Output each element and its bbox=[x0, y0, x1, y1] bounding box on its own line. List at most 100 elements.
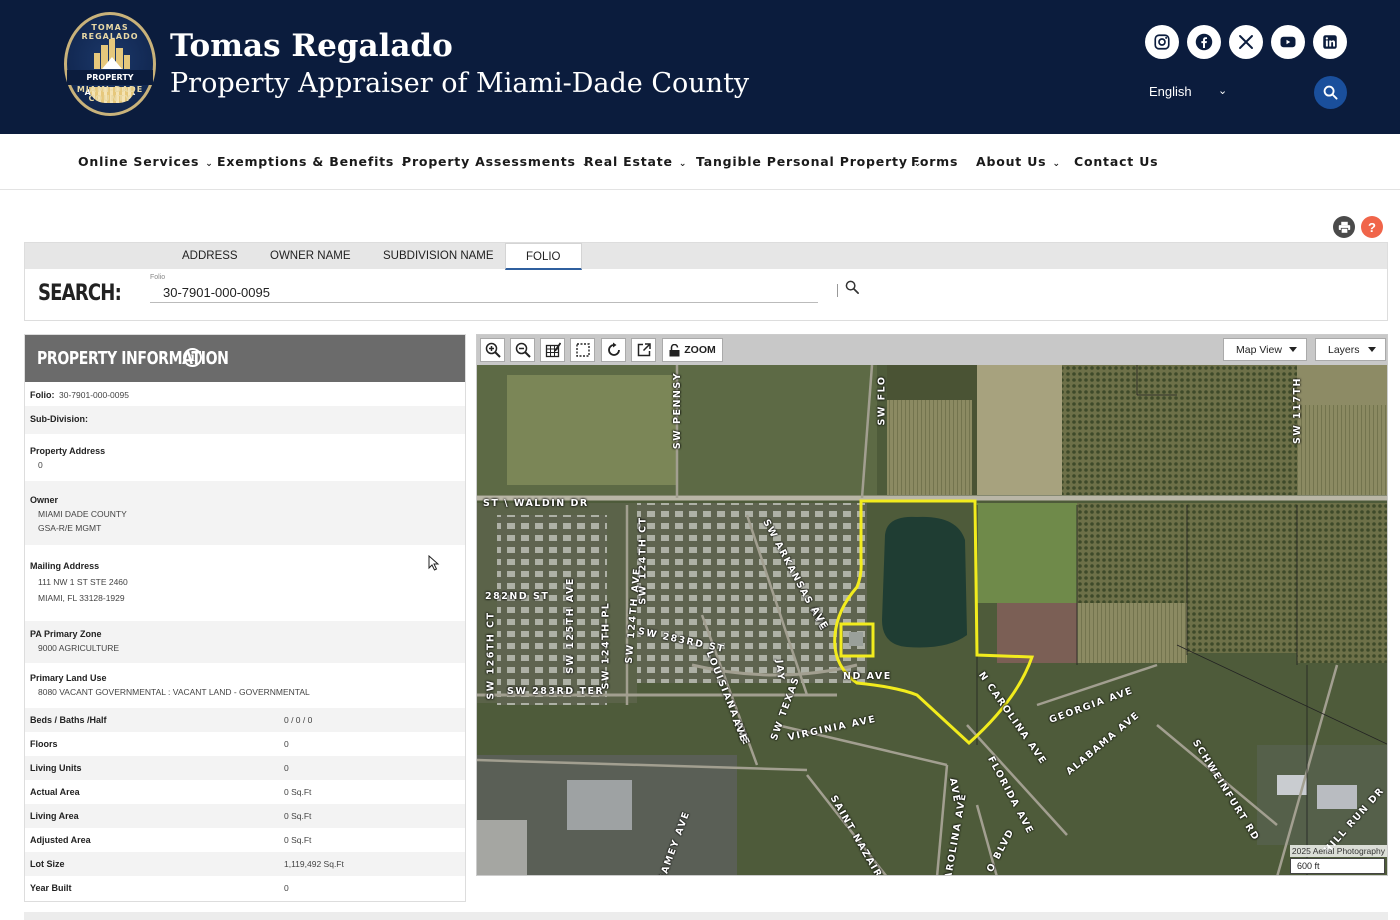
street-label: SW 124TH PL bbox=[600, 601, 612, 690]
tab-address[interactable]: ADDRESS bbox=[182, 250, 238, 262]
owner-row: Owner MIAMI DADE COUNTY GSA-R/E MGMT bbox=[25, 481, 465, 545]
mailing-line-1: 111 NW 1 ST STE 2460 bbox=[38, 577, 128, 587]
help-button[interactable]: ? bbox=[1361, 216, 1383, 238]
street-label: SW FLO bbox=[876, 375, 888, 426]
refresh-button[interactable] bbox=[601, 338, 626, 362]
property-information-panel: PROPERTY INFORMATION i Folio: 30-7901-00… bbox=[24, 334, 466, 902]
fact-value: 0 bbox=[284, 739, 289, 749]
fact-label: Adjusted Area bbox=[30, 835, 91, 845]
property-address-label: Property Address bbox=[30, 446, 106, 456]
fact-value: 0 Sq.Ft bbox=[284, 835, 312, 845]
site-search-button[interactable] bbox=[1314, 76, 1347, 109]
printer-icon bbox=[1338, 221, 1350, 234]
primary-zone-value: 9000 AGRICULTURE bbox=[38, 643, 120, 653]
nav-forms[interactable]: Forms bbox=[911, 154, 958, 169]
street-label: SW 126TH CT bbox=[485, 611, 497, 700]
facebook-icon[interactable] bbox=[1187, 25, 1221, 59]
map-attribution: 2025 Aerial Photography bbox=[1289, 845, 1387, 857]
primary-land-use-label: Primary Land Use bbox=[30, 673, 107, 683]
zoom-lock-button[interactable]: ZOOM bbox=[662, 338, 723, 362]
aerial-map[interactable]: ST \ WALDIN DR 282ND ST SW 283RD ST SW 2… bbox=[477, 365, 1387, 875]
folio-search-button[interactable] bbox=[845, 280, 860, 300]
chevron-down-icon: ⌄ bbox=[205, 159, 214, 169]
folio-label: Folio: bbox=[30, 390, 55, 400]
zoom-out-icon bbox=[515, 342, 531, 358]
folio-value: 30-7901-000-0095 bbox=[59, 390, 129, 400]
primary-zone-row: PA Primary Zone 9000 AGRICULTURE bbox=[25, 621, 465, 663]
street-label: JAY bbox=[773, 659, 787, 682]
main-nav: Online Services ⌄ Exemptions & Benefits ⌄ … bbox=[0, 134, 1400, 190]
page-footer-strip bbox=[24, 912, 1388, 920]
measure-button[interactable] bbox=[540, 338, 565, 362]
map-panel: ZOOM Map View Layers ST \ WALDIN DR 282N… bbox=[476, 334, 1388, 876]
caret-down-icon bbox=[1368, 347, 1376, 352]
primary-zone-label: PA Primary Zone bbox=[30, 629, 102, 639]
map-scale-bar: 600 ft bbox=[1290, 858, 1385, 874]
nav-exemptions-benefits[interactable]: Exemptions & Benefits ⌄ bbox=[217, 154, 409, 169]
property-appraiser-logo[interactable]: TOMAS REGALADO PROPERTY APPRAISER MIAMI-… bbox=[64, 12, 156, 116]
mailing-line-2: MIAMI, FL 33128-1929 bbox=[38, 593, 125, 603]
external-link-button[interactable] bbox=[631, 338, 656, 362]
zoom-label: ZOOM bbox=[684, 344, 716, 356]
owner-label: Owner bbox=[30, 495, 59, 505]
zoom-out-button[interactable] bbox=[510, 338, 535, 362]
nav-label: Tangible Personal Property bbox=[696, 154, 908, 169]
street-label: ST \ WALDIN DR bbox=[483, 498, 589, 509]
street-label: SW 125TH AVE bbox=[564, 577, 576, 674]
youtube-icon[interactable] bbox=[1271, 25, 1305, 59]
zoom-in-button[interactable] bbox=[480, 338, 505, 362]
nav-real-estate[interactable]: Real Estate ⌄ bbox=[584, 154, 687, 169]
map-view-dropdown[interactable]: Map View bbox=[1223, 338, 1307, 361]
logo-bottom-text: MIAMI-DADE COUNTY bbox=[76, 85, 144, 103]
fact-label: Actual Area bbox=[30, 787, 80, 797]
chevron-down-icon[interactable]: ⌄ bbox=[1218, 84, 1227, 97]
nav-label: Property Assessments bbox=[402, 154, 576, 169]
linkedin-icon[interactable] bbox=[1313, 25, 1347, 59]
nav-label: Contact Us bbox=[1074, 154, 1159, 169]
layers-dropdown[interactable]: Layers bbox=[1315, 338, 1386, 361]
fact-value: 1,119,492 Sq.Ft bbox=[284, 859, 344, 869]
select-box-icon bbox=[575, 343, 590, 357]
refresh-icon bbox=[607, 342, 620, 356]
external-link-icon bbox=[637, 343, 651, 357]
fact-value: 0 Sq.Ft bbox=[284, 787, 312, 797]
x-icon[interactable] bbox=[1229, 25, 1263, 59]
print-button[interactable] bbox=[1333, 216, 1355, 238]
fact-row: Living Units 0 bbox=[25, 756, 465, 780]
nav-label: Forms bbox=[911, 154, 959, 169]
nav-about-us[interactable]: About Us ⌄ bbox=[976, 154, 1061, 169]
fact-row: Living Area 0 Sq.Ft bbox=[25, 804, 465, 828]
fact-label: Living Units bbox=[30, 763, 82, 773]
field-divider bbox=[837, 284, 838, 297]
select-box-button[interactable] bbox=[570, 338, 595, 362]
folio-field-caption: Folio bbox=[150, 274, 166, 281]
street-label: ND AVE bbox=[843, 671, 892, 682]
nav-contact-us[interactable]: Contact Us bbox=[1074, 154, 1158, 169]
language-select[interactable]: English bbox=[1149, 84, 1192, 99]
search-panel: ADDRESS OWNER NAME SUBDIVISION NAME FOLI… bbox=[24, 242, 1388, 321]
nav-online-services[interactable]: Online Services ⌄ bbox=[78, 154, 214, 169]
property-address-row: Property Address 0 bbox=[25, 434, 465, 481]
folio-search-input[interactable] bbox=[150, 283, 818, 303]
instagram-icon[interactable] bbox=[1145, 25, 1179, 59]
fact-value: 0 bbox=[284, 883, 289, 893]
site-title[interactable]: Tomas Regalado bbox=[170, 28, 453, 64]
tab-folio[interactable]: FOLIO bbox=[505, 243, 582, 270]
tab-subdivision-name[interactable]: SUBDIVISION NAME bbox=[383, 250, 494, 262]
nav-property-assessments[interactable]: Property Assessments ⌄ bbox=[402, 154, 590, 169]
primary-land-use-row: Primary Land Use 8080 VACANT GOVERNMENTA… bbox=[25, 663, 465, 708]
owner-line-1: MIAMI DADE COUNTY bbox=[38, 509, 127, 519]
site-header: TOMAS REGALADO PROPERTY APPRAISER MIAMI-… bbox=[0, 0, 1400, 134]
fact-row: Year Built 0 bbox=[25, 876, 465, 900]
tab-owner-name[interactable]: OWNER NAME bbox=[270, 250, 351, 262]
nav-label: Exemptions & Benefits bbox=[217, 154, 395, 169]
chevron-down-icon: ⌄ bbox=[678, 159, 688, 169]
fact-row: Adjusted Area 0 Sq.Ft bbox=[25, 828, 465, 852]
nav-tangible-personal-property[interactable]: Tangible Personal Property ⌄ bbox=[696, 154, 922, 169]
fact-label: Beds / Baths /Half bbox=[30, 715, 107, 725]
nav-label: About Us bbox=[976, 154, 1047, 169]
street-label: SW 117TH bbox=[1291, 377, 1303, 444]
fact-label: Year Built bbox=[30, 883, 72, 893]
map-view-label: Map View bbox=[1236, 344, 1282, 356]
info-icon[interactable]: i bbox=[183, 348, 202, 367]
